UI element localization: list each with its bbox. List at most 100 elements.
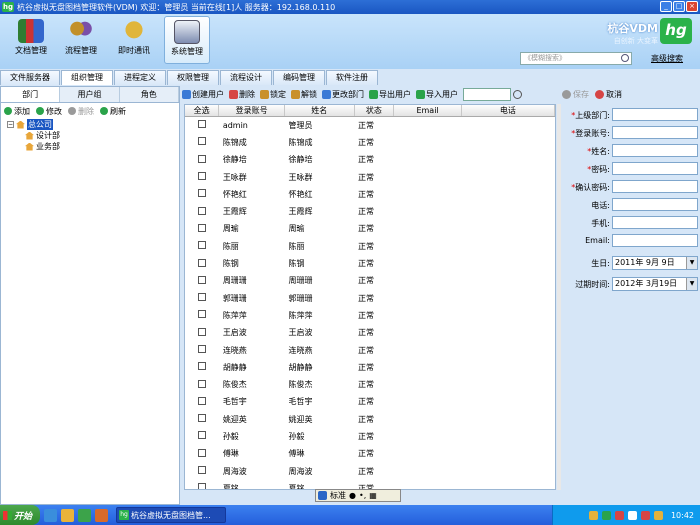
table-row[interactable]: 胡静静 胡静静 正常	[185, 359, 555, 376]
field-input[interactable]	[612, 144, 698, 157]
row-checkbox-cell[interactable]	[185, 203, 219, 220]
minimize-button[interactable]: _	[660, 1, 672, 12]
table-row[interactable]: 郭珊珊 郭珊珊 正常	[185, 289, 555, 306]
grid-tool-6[interactable]: 导入用户	[416, 89, 458, 100]
row-checkbox-cell[interactable]	[185, 411, 219, 428]
table-row[interactable]: 王咏群 王咏群 正常	[185, 168, 555, 185]
table-row[interactable]: 陈锦成 陈锦成 正常	[185, 134, 555, 151]
left-tab-0[interactable]: 部门	[1, 87, 61, 102]
field-input[interactable]	[612, 162, 698, 175]
row-checkbox-cell[interactable]	[185, 186, 219, 203]
ime-dot-icon[interactable]: ●	[349, 491, 356, 500]
table-row[interactable]: 周珊珊 周珊珊 正常	[185, 272, 555, 289]
row-checkbox[interactable]	[197, 414, 206, 423]
row-checkbox-cell[interactable]	[185, 341, 219, 358]
row-checkbox[interactable]	[197, 327, 206, 336]
tab-6[interactable]: 软件注册	[326, 70, 378, 85]
row-checkbox-cell[interactable]	[185, 428, 219, 445]
row-checkbox[interactable]	[197, 258, 206, 267]
table-row[interactable]: 陈俊杰 陈俊杰 正常	[185, 376, 555, 393]
system-manage-button[interactable]: 系统管理	[164, 16, 210, 64]
search-icon[interactable]	[513, 90, 522, 99]
field-input[interactable]	[612, 198, 698, 211]
birthday-date-picker[interactable]: 2011年 9月 9日 ▼	[612, 256, 698, 270]
table-row[interactable]: 傅琳 傅琳 正常	[185, 445, 555, 462]
chevron-down-icon[interactable]: ▼	[686, 257, 697, 269]
row-checkbox[interactable]	[197, 137, 206, 146]
row-checkbox-cell[interactable]	[185, 376, 219, 393]
row-checkbox[interactable]	[197, 448, 206, 457]
ie-icon[interactable]	[44, 508, 57, 522]
field-input[interactable]	[612, 126, 698, 139]
row-checkbox[interactable]	[197, 345, 206, 353]
ime-bar[interactable]: 标准 ● •, ▦	[315, 489, 401, 502]
search-icon[interactable]	[621, 54, 629, 62]
tree-node-root[interactable]: − 总公司	[7, 119, 179, 130]
chevron-down-icon[interactable]: ▼	[686, 278, 697, 290]
save-button[interactable]: 保存	[562, 89, 589, 100]
ime-keyboard-icon[interactable]: ▦	[369, 491, 377, 500]
row-checkbox[interactable]	[197, 154, 206, 163]
tray-icon-3[interactable]	[614, 510, 624, 520]
row-checkbox-cell[interactable]	[185, 272, 219, 289]
grid-search-input[interactable]	[463, 88, 511, 101]
刷新-button[interactable]: 刷新	[100, 106, 126, 117]
table-row[interactable]: 周海波 周海波 正常	[185, 462, 555, 479]
table-row[interactable]: 徐静培 徐静培 正常	[185, 151, 555, 168]
table-row[interactable]: 陈丽 陈丽 正常	[185, 238, 555, 255]
row-checkbox[interactable]	[197, 483, 206, 489]
media-icon[interactable]	[95, 508, 108, 522]
row-checkbox[interactable]	[197, 189, 206, 198]
folder-icon[interactable]	[61, 508, 74, 522]
field-input[interactable]	[612, 216, 698, 229]
row-checkbox-cell[interactable]	[185, 289, 219, 306]
field-input[interactable]	[612, 108, 698, 121]
row-checkbox-cell[interactable]	[185, 238, 219, 255]
grid-tool-0[interactable]: 创建用户	[182, 89, 224, 100]
column-header[interactable]: 全选	[185, 105, 220, 117]
table-row[interactable]: 王霞辉 王霞辉 正常	[185, 203, 555, 220]
start-button[interactable]: 开始	[0, 505, 40, 525]
row-checkbox-cell[interactable]	[185, 117, 219, 134]
删除-button[interactable]: 删除	[68, 106, 94, 117]
row-checkbox[interactable]	[197, 396, 206, 405]
table-row[interactable]: 王启波 王启波 正常	[185, 324, 555, 341]
tab-0[interactable]: 文件服务器	[0, 70, 60, 85]
table-row[interactable]: 周瑜 周瑜 正常	[185, 220, 555, 237]
cancel-button[interactable]: 取消	[595, 89, 622, 100]
row-checkbox-cell[interactable]	[185, 220, 219, 237]
row-checkbox-cell[interactable]	[185, 480, 219, 489]
left-tab-2[interactable]: 角色	[120, 87, 179, 102]
table-row[interactable]: 孙毅 孙毅 正常	[185, 428, 555, 445]
tab-4[interactable]: 流程设计	[220, 70, 272, 85]
row-checkbox[interactable]	[197, 379, 206, 388]
row-checkbox[interactable]	[197, 431, 206, 440]
quicklaunch-icon[interactable]	[78, 508, 91, 522]
row-checkbox-cell[interactable]	[185, 134, 219, 151]
table-row[interactable]: admin 管理员 正常	[185, 117, 555, 134]
tray-icon-4[interactable]	[627, 510, 637, 520]
tree-node-1[interactable]: 业务部	[7, 141, 179, 152]
expire-date-picker[interactable]: 2012年 3月19日 ▼	[612, 277, 698, 291]
grid-tool-2[interactable]: 锁定	[260, 89, 286, 100]
row-checkbox[interactable]	[197, 172, 206, 181]
row-checkbox[interactable]	[197, 120, 206, 129]
table-row[interactable]: 陈钢 陈钢 正常	[185, 255, 555, 272]
tab-3[interactable]: 权限管理	[167, 70, 219, 85]
table-row[interactable]: 毛哲宇 毛哲宇 正常	[185, 393, 555, 410]
ime-punct-icon[interactable]: •,	[359, 491, 366, 500]
grid-tool-1[interactable]: 删除	[229, 89, 255, 100]
grid-tool-3[interactable]: 解锁	[291, 89, 317, 100]
maximize-button[interactable]: □	[673, 1, 685, 12]
flow-manage-button[interactable]: 流程管理	[58, 16, 104, 64]
row-checkbox[interactable]	[197, 310, 206, 319]
tray-icon-1[interactable]	[588, 510, 598, 520]
row-checkbox[interactable]	[197, 241, 206, 250]
table-row[interactable]: 陈萍萍 陈萍萍 正常	[185, 307, 555, 324]
tab-2[interactable]: 进程定义	[114, 70, 166, 85]
row-checkbox[interactable]	[197, 362, 206, 371]
tray-icon-6[interactable]	[653, 510, 663, 520]
table-row[interactable]: 怀艳红 怀艳红 正常	[185, 186, 555, 203]
fuzzy-search-input[interactable]: 《模糊搜索》	[520, 52, 632, 65]
taskbar-item-vdm[interactable]: hg 杭谷虚拟无盘图档管...	[116, 507, 226, 523]
